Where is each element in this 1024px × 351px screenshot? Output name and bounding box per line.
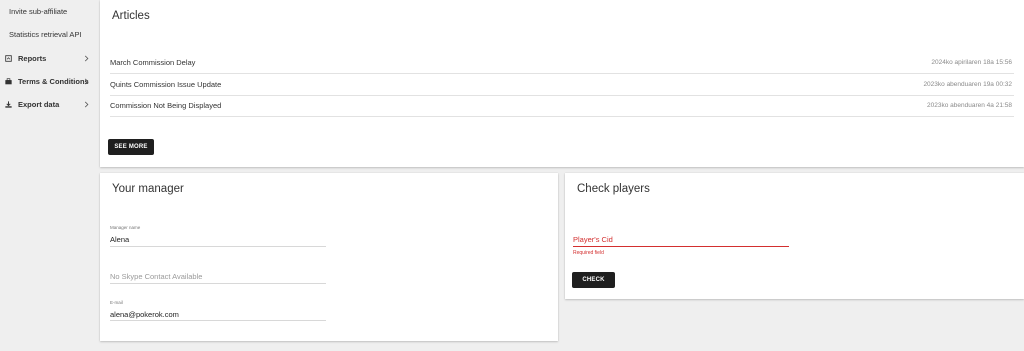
article-row[interactable]: March Commission Delay 2024ko apirilaren…	[110, 52, 1014, 74]
articles-card: Articles March Commission Delay 2024ko a…	[100, 0, 1024, 167]
article-date: 2023ko abenduaren 4a 21:58	[927, 102, 1012, 109]
chevron-right-icon	[82, 100, 90, 108]
article-row[interactable]: Commission Not Being Displayed 2023ko ab…	[110, 95, 1014, 117]
article-date: 2023ko abenduaren 19a 00:32	[923, 81, 1012, 88]
article-title: Commission Not Being Displayed	[110, 101, 222, 110]
required-field-error: Required field	[573, 250, 604, 256]
email-value: alena@pokerok.com	[110, 310, 179, 319]
chevron-right-icon	[82, 77, 90, 85]
sidebar-item-reports[interactable]: Reports	[0, 51, 98, 65]
sidebar-item-label: Terms & Conditions	[18, 76, 89, 86]
sidebar-item-invite-sub-affiliate[interactable]: Invite sub-affiliate	[9, 7, 67, 16]
player-cid-input[interactable]	[573, 233, 789, 247]
sidebar-item-label: Export data	[18, 99, 60, 109]
article-title: March Commission Delay	[110, 58, 196, 67]
sidebar-item-export-data[interactable]: Export data	[0, 97, 98, 111]
see-more-button[interactable]: SEE MORE	[108, 139, 154, 155]
manager-name-label: Manager name	[110, 225, 141, 230]
check-button[interactable]: CHECK	[572, 272, 615, 288]
check-players-card: Check players Required field CHECK	[565, 173, 1024, 299]
manager-card: Your manager Manager name Alena No Skype…	[100, 173, 558, 341]
article-date: 2024ko apirilaren 18a 15:56	[931, 59, 1012, 66]
skype-contact-text: No Skype Contact Available	[110, 272, 203, 281]
report-icon	[4, 54, 12, 62]
sidebar-item-statistics-api[interactable]: Statistics retrieval API	[9, 30, 82, 39]
sidebar-item-terms-conditions[interactable]: Terms & Conditions	[0, 74, 98, 88]
divider	[110, 283, 326, 284]
download-icon	[4, 100, 12, 108]
article-row[interactable]: Quints Commission Issue Update 2023ko ab…	[110, 74, 1014, 96]
manager-title: Your manager	[112, 183, 184, 195]
articles-title: Articles	[112, 10, 150, 22]
divider	[110, 246, 326, 247]
chevron-right-icon	[82, 54, 90, 62]
divider	[110, 320, 326, 321]
sidebar-item-label: Reports	[18, 53, 47, 63]
email-label: E-mail	[110, 300, 123, 305]
manager-name-value: Alena	[110, 235, 130, 244]
briefcase-icon	[4, 77, 12, 85]
article-title: Quints Commission Issue Update	[110, 80, 222, 89]
check-players-title: Check players	[577, 183, 650, 195]
sidebar: Invite sub-affiliate Statistics retrieva…	[0, 0, 98, 351]
